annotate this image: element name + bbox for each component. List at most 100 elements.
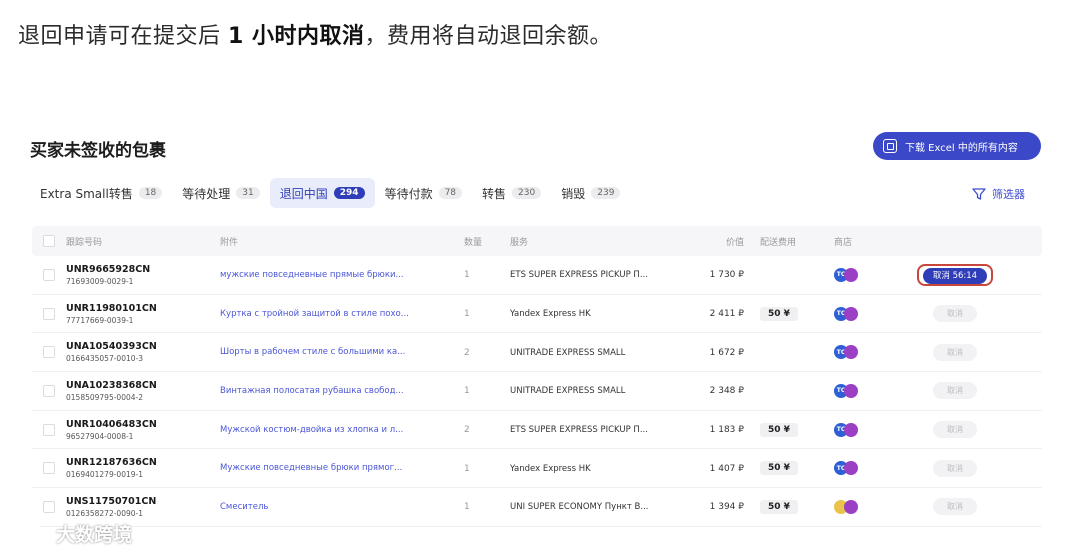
- tracking-number[interactable]: UNA10238368CN: [66, 380, 220, 391]
- header-fee: 配送费用: [760, 237, 797, 248]
- filter-button[interactable]: 筛选器: [972, 186, 1025, 202]
- cancel-countdown-button[interactable]: 取消 56:14: [922, 267, 988, 284]
- header-shop: 商店: [834, 237, 853, 248]
- shop-logo: TC: [834, 383, 888, 398]
- tracking-number[interactable]: UNS11750701CN: [66, 496, 220, 507]
- table-header: 跟踪号码 附件 数量 服务 价值 配送费用 商店: [32, 226, 1042, 256]
- tab-extra-small-resale[interactable]: Extra Small转售 18: [30, 178, 172, 208]
- row-checkbox[interactable]: [43, 268, 55, 281]
- tracking-number[interactable]: UNA10540393CN: [66, 341, 220, 352]
- fee-badge: 50 ¥: [760, 306, 798, 321]
- tracking-number[interactable]: UNR12187636CN: [66, 457, 220, 468]
- tab-resale[interactable]: 转售 230: [472, 178, 551, 208]
- parcels-panel: 买家未签收的包裹 下载 Excel 中的所有内容 Extra Small转售 18…: [20, 118, 1060, 553]
- download-excel-label: 下载 Excel 中的所有内容: [905, 142, 1018, 154]
- watermark-icon: [8, 524, 50, 542]
- attachment-link[interactable]: мужские повседневные прямые брюки...: [220, 270, 464, 280]
- tab-count: 18: [138, 187, 163, 199]
- tab-label: 等待处理: [182, 186, 231, 201]
- fee-badge: 50 ¥: [760, 499, 798, 514]
- caption-post: ，费用将自动退回余额。: [364, 24, 612, 49]
- fee-badge: 50 ¥: [760, 422, 798, 437]
- tab-count: 31: [236, 187, 260, 199]
- attachment-link[interactable]: Мужские повседневные брюки прямог...: [220, 463, 464, 473]
- service-name: ETS SUPER EXPRESS PICKUP П...: [510, 425, 648, 436]
- shop-logo: TC: [834, 306, 888, 321]
- filter-icon: [972, 188, 986, 200]
- tab-return-to-china[interactable]: 退回中国 294: [269, 178, 375, 208]
- tab-label: 退回中国: [279, 186, 328, 201]
- marketplace-logo-icon: [844, 383, 858, 398]
- cancel-highlight: 取消 56:14: [916, 263, 994, 286]
- instruction-caption: 退回申请可在提交后 1 小时内取消，费用将自动退回余额。: [18, 18, 612, 50]
- price-value: 1 730 ₽: [709, 270, 744, 281]
- watermark-logo: 大数跨境: [6, 520, 132, 547]
- tab-count: 239: [591, 187, 621, 199]
- attachment-link[interactable]: Мужской костюм-двойка из хлопка и л...: [220, 425, 464, 435]
- watermark-text: 大数跨境: [56, 524, 133, 546]
- caption-bold: 1 小时内取消: [228, 24, 365, 49]
- row-checkbox[interactable]: [43, 500, 55, 513]
- quantity: 2: [464, 347, 470, 358]
- tracking-number[interactable]: UNR10406483CN: [66, 419, 220, 430]
- tab-label: Extra Small转售: [40, 186, 133, 201]
- cancel-button-disabled: 取消: [933, 498, 977, 516]
- shop-logo: TC: [834, 422, 888, 437]
- row-checkbox[interactable]: [43, 462, 55, 475]
- attachment-link[interactable]: Шорты в рабочем стиле с большими ка...: [220, 347, 464, 357]
- cancel-button-disabled: 取消: [933, 459, 977, 477]
- marketplace-logo-icon: [844, 267, 858, 282]
- price-value: 2 348 ₽: [709, 386, 744, 397]
- order-number: 0158509795-0004-2: [66, 392, 143, 402]
- marketplace-logo-icon: [844, 461, 858, 476]
- cancel-button-disabled: 取消: [933, 382, 977, 400]
- tab-label: 销毁: [561, 186, 586, 201]
- table-row: UNA10540393CN 0166435057-0010-3 Шорты в …: [32, 333, 1042, 373]
- tab-awaiting-payment[interactable]: 等待付款 78: [375, 178, 472, 208]
- price-value: 1 394 ₽: [709, 502, 744, 513]
- shop-logo: TC: [834, 345, 888, 360]
- order-number: 0169401279-0019-1: [66, 470, 143, 480]
- service-name: UNITRADE EXPRESS SMALL: [510, 386, 626, 397]
- shop-logo: TC: [834, 267, 888, 282]
- row-checkbox[interactable]: [43, 423, 55, 436]
- attachment-link[interactable]: Куртка с тройной защитой в стиле похо...: [220, 309, 464, 319]
- marketplace-logo-icon: [844, 499, 858, 514]
- table-row: UNS11750701CN 0126358272-0090-1 Смесител…: [32, 488, 1042, 527]
- quantity: 1: [464, 463, 470, 474]
- table-row: UNR10406483CN 96527904-0008-1 Мужской ко…: [32, 411, 1042, 450]
- header-attachment: 附件: [220, 237, 239, 248]
- price-value: 1 183 ₽: [709, 425, 744, 436]
- order-number: 71693009-0029-1: [66, 276, 134, 286]
- row-checkbox[interactable]: [43, 307, 55, 320]
- table-row: UNR12187636CN 0169401279-0019-1 Мужские …: [32, 449, 1042, 489]
- row-checkbox[interactable]: [43, 346, 55, 359]
- marketplace-logo-icon: [844, 306, 858, 321]
- table-row: UNR11980101CN 77717669-0039-1 Куртка с т…: [32, 295, 1042, 334]
- tracking-number[interactable]: UNR9665928CN: [66, 264, 220, 275]
- select-all-checkbox[interactable]: [43, 235, 55, 247]
- attachment-link[interactable]: Смеситель: [220, 502, 464, 512]
- fee-badge: 50 ¥: [760, 461, 798, 476]
- header-qty: 数量: [464, 237, 483, 248]
- quantity: 1: [464, 502, 470, 513]
- price-value: 1 407 ₽: [709, 463, 744, 474]
- cancel-button-disabled: 取消: [933, 421, 977, 439]
- filter-label: 筛选器: [992, 188, 1025, 201]
- order-number: 77717669-0039-1: [66, 315, 134, 325]
- tracking-number[interactable]: UNR11980101CN: [66, 303, 220, 314]
- parcels-table: 跟踪号码 附件 数量 服务 价值 配送费用 商店 UNR9665928CN 71…: [32, 226, 1042, 527]
- row-checkbox[interactable]: [43, 384, 55, 397]
- quantity: 1: [464, 270, 470, 281]
- tab-pending[interactable]: 等待处理 31: [172, 178, 269, 208]
- tab-label: 转售: [482, 186, 507, 201]
- cancel-button-disabled: 取消: [933, 305, 977, 323]
- order-number: 0166435057-0010-3: [66, 354, 143, 364]
- attachment-link[interactable]: Винтажная полосатая рубашка свобод...: [220, 386, 464, 396]
- tab-destroy[interactable]: 销毁 239: [551, 178, 630, 208]
- marketplace-logo-icon: [844, 422, 858, 437]
- download-excel-button[interactable]: 下载 Excel 中的所有内容: [873, 132, 1041, 160]
- service-name: ETS SUPER EXPRESS PICKUP П...: [510, 270, 648, 281]
- tab-count: 78: [438, 187, 463, 199]
- quantity: 1: [464, 309, 470, 320]
